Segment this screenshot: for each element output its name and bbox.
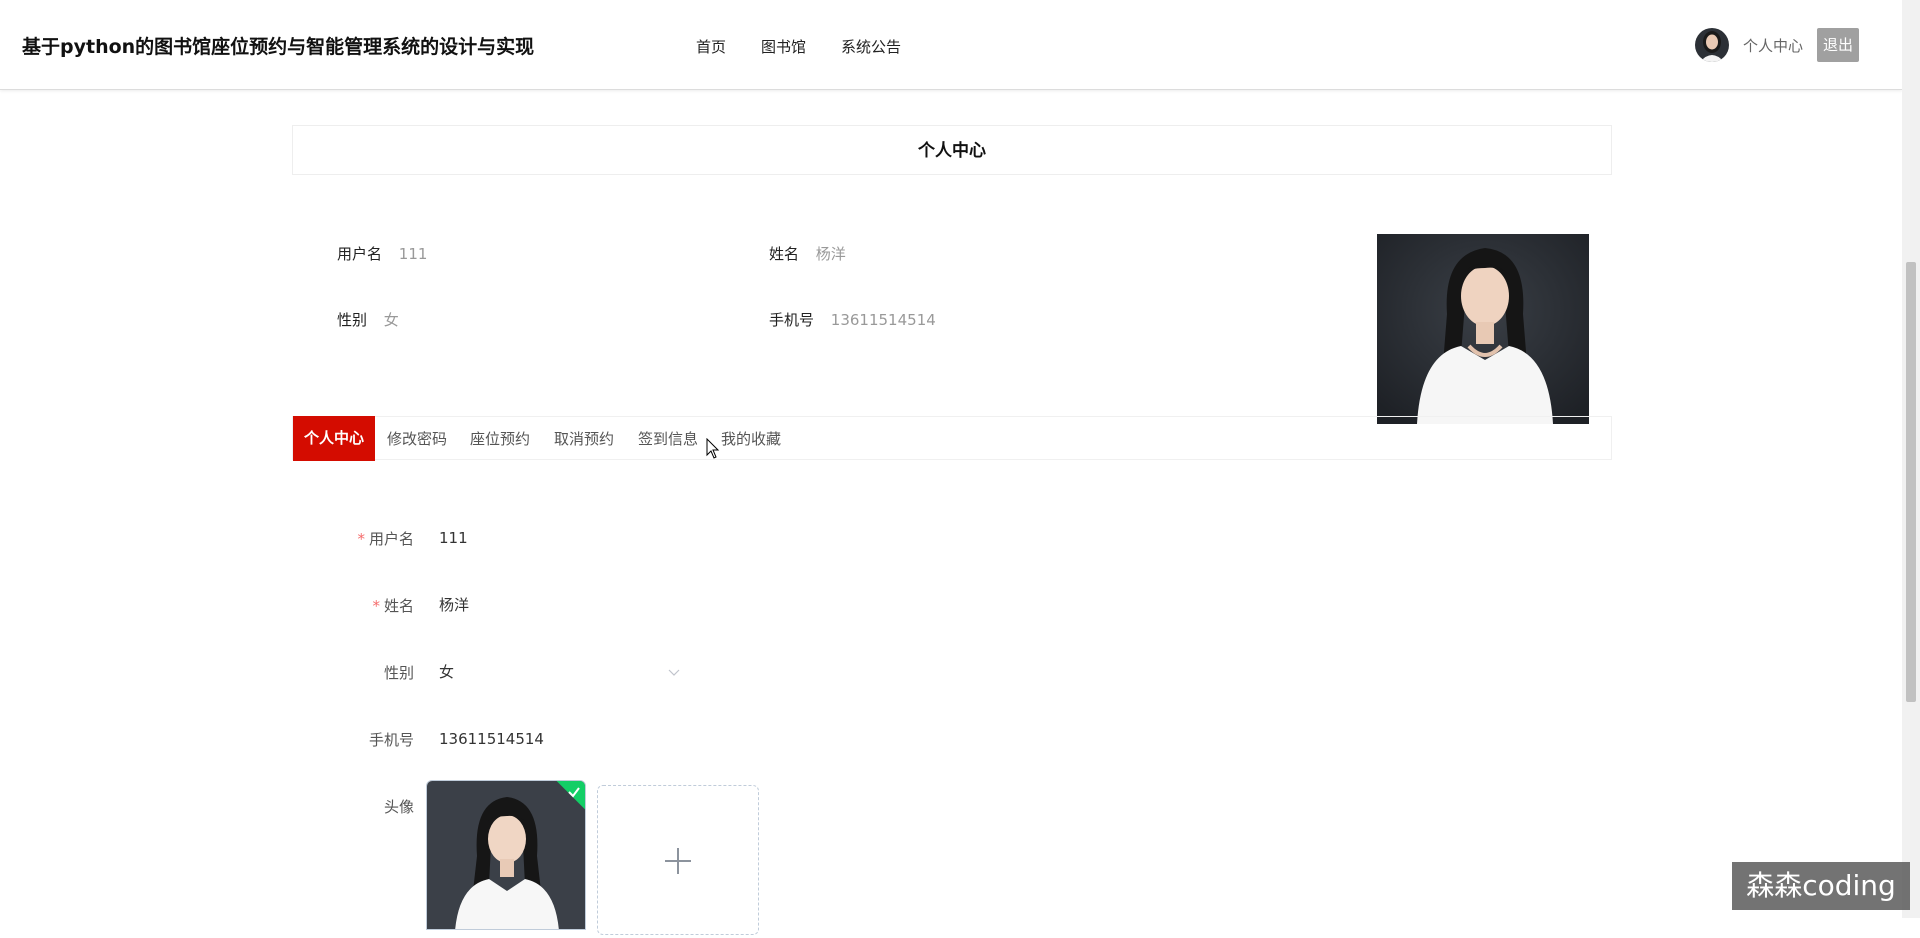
tab-bar: 个人中心 修改密码 座位预约 取消预约 签到信息 我的收藏 [292, 416, 1612, 461]
chevron-down-icon [668, 669, 680, 676]
info-username-label: 用户名 [337, 245, 383, 263]
form-name-label-text: 姓名 [383, 597, 414, 615]
tab-cancel-reservation[interactable]: 取消预约 [554, 417, 614, 461]
info-gender-value: 女 [383, 311, 399, 329]
mouse-cursor-icon [706, 438, 720, 459]
tab-my-favorites[interactable]: 我的收藏 [721, 417, 781, 461]
upload-add-button[interactable] [597, 785, 759, 935]
info-username: 用户名 111 [337, 243, 427, 264]
form-name-label: * 姓名 [294, 595, 414, 616]
page-title: 个人中心 [292, 125, 1612, 175]
info-gender-label: 性别 [337, 311, 368, 329]
form-avatar-label: 头像 [383, 798, 414, 816]
info-username-value: 111 [398, 245, 428, 263]
form-username-label: * 用户名 [294, 528, 414, 549]
main-nav: 首页 图书馆 系统公告 [696, 36, 936, 57]
info-name-label: 姓名 [769, 245, 800, 263]
username-field[interactable] [426, 518, 686, 558]
name-field[interactable] [426, 585, 686, 625]
tab-profile-center[interactable]: 个人中心 [293, 416, 376, 461]
info-phone-value: 13611514514 [830, 311, 936, 329]
required-mark: * [372, 597, 380, 615]
info-name: 姓名 杨洋 [769, 243, 846, 264]
site-title: 基于python的图书馆座位预约与智能管理系统的设计与实现 [22, 36, 535, 58]
phone-field[interactable] [426, 719, 686, 759]
info-phone-label: 手机号 [769, 311, 815, 329]
nav-item-announcements[interactable]: 系统公告 [841, 36, 901, 57]
form-phone-label: 手机号 [368, 731, 414, 749]
tab-change-password[interactable]: 修改密码 [387, 417, 447, 461]
info-name-value: 杨洋 [815, 245, 846, 263]
form-gender-label: 性别 [383, 664, 414, 682]
avatar-image [1695, 28, 1729, 62]
watermark: 森森coding [1732, 862, 1910, 910]
tab-check-in-info[interactable]: 签到信息 [638, 417, 698, 461]
required-mark: * [357, 530, 365, 548]
gender-select-value: 女 [439, 663, 455, 681]
nav-item-home[interactable]: 首页 [696, 36, 726, 57]
profile-center-link[interactable]: 个人中心 [1743, 35, 1803, 56]
uploaded-avatar-image [427, 781, 585, 929]
info-phone: 手机号 13611514514 [769, 309, 936, 330]
avatar[interactable] [1695, 28, 1729, 62]
portrait-image [1377, 234, 1589, 424]
logout-button[interactable]: 退出 [1817, 28, 1860, 62]
form-username-label-text: 用户名 [368, 530, 414, 548]
uploaded-avatar-thumbnail[interactable] [426, 780, 586, 930]
nav-item-library[interactable]: 图书馆 [761, 36, 806, 57]
plus-icon [665, 848, 691, 874]
top-header: 基于python的图书馆座位预约与智能管理系统的设计与实现 首页 图书馆 系统公… [0, 0, 1902, 90]
scrollbar-thumb[interactable] [1906, 262, 1916, 702]
check-icon [568, 787, 580, 798]
gender-select[interactable]: 女 [426, 652, 690, 692]
info-gender: 性别 女 [337, 309, 399, 330]
tab-seat-reservation[interactable]: 座位预约 [470, 417, 530, 461]
user-area: 个人中心 退出 [1695, 28, 1860, 62]
profile-photo [1377, 234, 1589, 424]
